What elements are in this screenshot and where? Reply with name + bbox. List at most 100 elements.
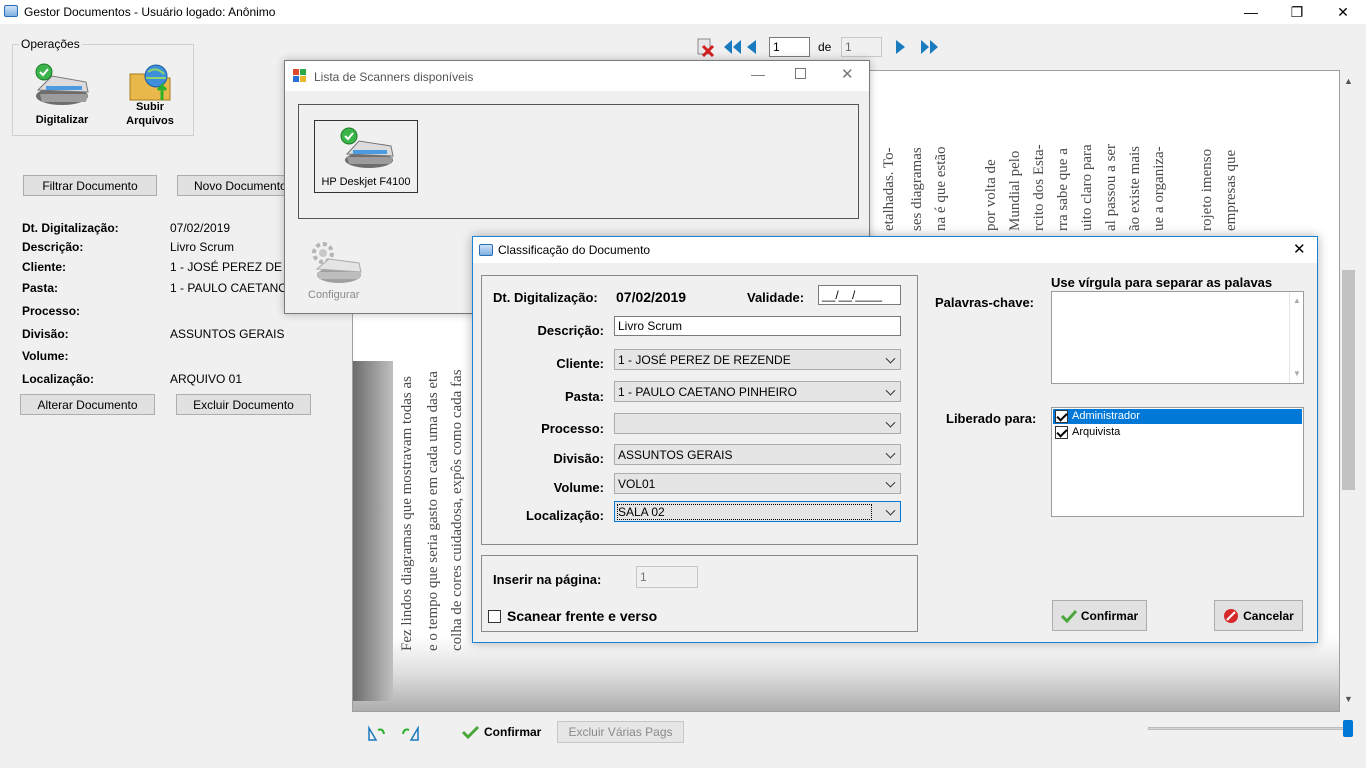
first-page-icon[interactable] <box>722 39 742 55</box>
client-select[interactable]: 1 - JOSÉ PEREZ DE REZENDE <box>614 349 901 370</box>
released-for-list[interactable]: Administrador Arquivista <box>1051 407 1304 517</box>
previous-page-icon[interactable] <box>745 39 757 55</box>
volume-label: Volume: <box>553 480 604 495</box>
validity-label: Validade: <box>747 290 805 305</box>
scan-label: Digitalizar <box>35 114 89 126</box>
division-label: Divisão: <box>553 451 604 466</box>
scanner-settings-icon <box>312 242 362 283</box>
classification-dialog-close-icon[interactable]: ✕ <box>1293 240 1306 258</box>
zoom-slider-track[interactable] <box>1148 727 1350 730</box>
division-select[interactable]: ASSUNTOS GERAIS <box>614 444 901 465</box>
detail-value-division: ASSUNTOS GERAIS <box>170 327 285 341</box>
released-item-archivist[interactable]: Arquivista <box>1053 425 1302 440</box>
duplex-label: Scanear frente e verso <box>507 608 658 624</box>
administrator-checkbox[interactable] <box>1055 410 1068 423</box>
chevron-down-icon <box>885 385 896 396</box>
volume-select[interactable]: VOL01 <box>614 473 901 494</box>
detail-value-folder: 1 - PAULO CAETANO <box>170 281 288 295</box>
detail-value-description: Livro Scrum <box>170 240 235 254</box>
bottom-confirm-button[interactable]: Confirmar <box>462 725 541 739</box>
released-item-administrator[interactable]: Administrador <box>1053 409 1302 424</box>
scanner-icon <box>340 127 394 168</box>
viewer-scrollbar[interactable]: ▲ ▼ <box>1340 70 1357 712</box>
scanner-dialog-close-icon[interactable]: ✕ <box>841 65 854 83</box>
edit-document-button[interactable]: Alterar Documento <box>20 394 155 415</box>
upload-files-button[interactable]: Subir Arquivos <box>122 62 178 130</box>
keywords-textarea[interactable]: ▲ ▼ <box>1051 291 1304 384</box>
dialog-cancel-button[interactable]: Cancelar <box>1214 600 1303 631</box>
location-label: Localização: <box>525 508 604 523</box>
restore-button[interactable]: ❐ <box>1274 0 1320 24</box>
app-icon <box>4 5 18 17</box>
scan-text-line: e o tempo que seria gasto em cada uma da… <box>425 371 441 651</box>
delete-multiple-pages-button[interactable]: Excluir Várias Pags <box>557 721 684 743</box>
administrator-label: Administrador <box>1072 410 1140 422</box>
minimize-button[interactable]: — <box>1228 0 1274 24</box>
title-bar: Gestor Documentos - Usuário logado: Anôn… <box>0 0 1366 24</box>
division-select-value: ASSUNTOS GERAIS <box>618 447 733 462</box>
last-page-icon[interactable] <box>920 39 940 55</box>
detail-label-folder: Pasta: <box>22 281 59 295</box>
delete-document-button[interactable]: Excluir Documento <box>176 394 311 415</box>
scroll-down-icon[interactable]: ▼ <box>1293 369 1301 378</box>
scanned-page-shadow <box>353 361 393 701</box>
classification-dialog-app-icon <box>479 244 493 256</box>
insert-page-input[interactable]: 1 <box>636 566 698 588</box>
checkmark-icon <box>1060 609 1077 623</box>
rotate-right-icon[interactable] <box>401 724 421 742</box>
zoom-slider-thumb[interactable] <box>1343 720 1353 737</box>
chevron-down-icon <box>885 417 896 428</box>
keywords-label: Palavras-chave: <box>935 295 1035 310</box>
rotate-left-icon[interactable] <box>366 724 386 742</box>
next-page-icon[interactable] <box>895 39 907 55</box>
scanner-icon <box>35 63 89 105</box>
scroll-down-icon[interactable]: ▼ <box>1344 694 1353 704</box>
detail-value-location: ARQUIVO 01 <box>170 372 243 386</box>
scan-text-line: ue a organiza- <box>1151 146 1167 231</box>
scan-text-line: empresas que <box>1223 149 1239 231</box>
scrollbar-thumb[interactable] <box>1342 270 1355 490</box>
detail-label-description: Descrição: <box>22 240 84 254</box>
total-pages-field: 1 <box>841 37 882 57</box>
scanner-item-hp-deskjet[interactable]: HP Deskjet F4100 <box>314 120 418 193</box>
detail-label-location: Localização: <box>22 372 95 386</box>
client-label: Cliente: <box>556 356 604 371</box>
new-document-button[interactable]: Novo Documento <box>177 175 297 196</box>
volume-select-value: VOL01 <box>618 476 656 491</box>
operations-group-label: Operações <box>19 37 82 51</box>
current-page-input[interactable]: 1 <box>769 37 810 57</box>
minimize-icon: — <box>1244 4 1258 20</box>
scroll-up-icon[interactable]: ▲ <box>1344 76 1353 86</box>
cancel-icon <box>1224 608 1239 623</box>
scroll-up-icon[interactable]: ▲ <box>1293 296 1301 305</box>
scanner-dialog-minimize-icon[interactable]: — <box>751 66 765 82</box>
scanner-dialog-maximize-icon[interactable] <box>795 68 806 79</box>
scan-text-line: na é que estão <box>933 146 949 231</box>
archivist-checkbox[interactable] <box>1055 426 1068 439</box>
keywords-scrollbar[interactable]: ▲ ▼ <box>1289 292 1304 383</box>
configure-button[interactable]: Configurar <box>305 241 375 305</box>
chevron-down-icon <box>885 477 896 488</box>
description-input[interactable]: Livro Scrum <box>614 316 901 336</box>
detail-label-division: Divisão: <box>22 327 69 341</box>
duplex-checkbox[interactable] <box>488 610 501 623</box>
location-select[interactable]: SALA 02 <box>614 501 901 522</box>
scanner-dialog-titlebar: Lista de Scanners disponíveis — ✕ <box>285 61 869 91</box>
close-button[interactable]: ✕ <box>1320 0 1366 24</box>
delete-page-icon[interactable] <box>695 37 715 57</box>
page-of-label: de <box>818 40 832 54</box>
scan-text-line: rcito dos Esta- <box>1031 144 1047 231</box>
window-title: Gestor Documentos - Usuário logado: Anôn… <box>24 5 276 19</box>
chevron-down-icon <box>885 505 896 516</box>
process-select[interactable] <box>614 413 901 434</box>
folder-select-value: 1 - PAULO CAETANO PINHEIRO <box>618 384 797 399</box>
validity-input[interactable]: __/__/____ <box>818 285 901 305</box>
scan-button[interactable]: Digitalizar <box>30 62 94 130</box>
scan-text-line: al passou a ser <box>1103 143 1119 231</box>
close-icon: ✕ <box>1337 3 1349 20</box>
archivist-label: Arquivista <box>1072 426 1121 438</box>
folder-select[interactable]: 1 - PAULO CAETANO PINHEIRO <box>614 381 901 402</box>
scanner-list-box: HP Deskjet F4100 <box>298 104 859 219</box>
filter-document-button[interactable]: Filtrar Documento <box>23 175 157 196</box>
dialog-confirm-button[interactable]: Confirmar <box>1052 600 1147 631</box>
